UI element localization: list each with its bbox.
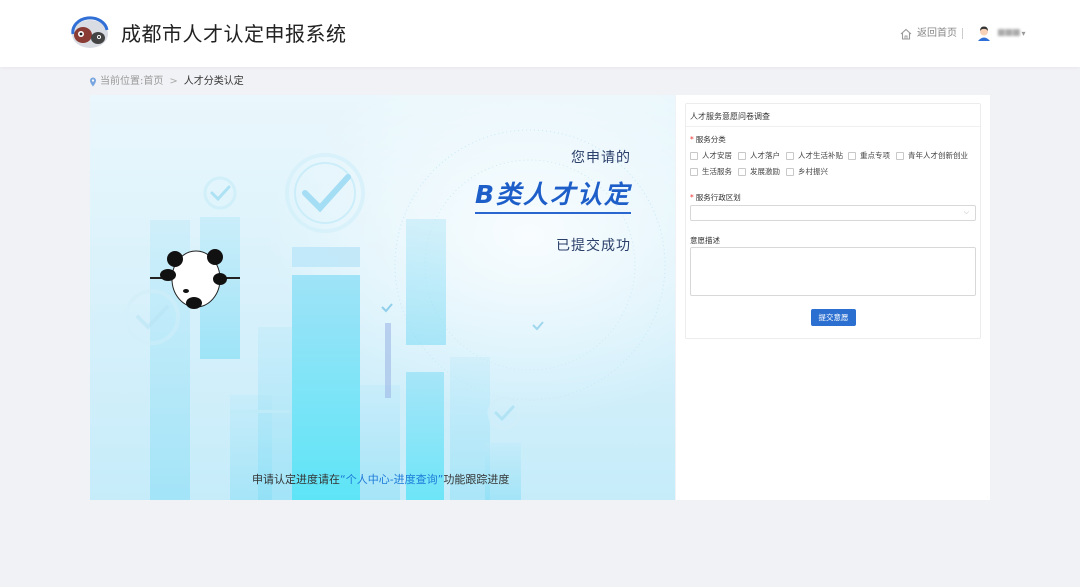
user-name: ■■■: [997, 28, 1020, 38]
checkbox-box[interactable]: [896, 151, 904, 160]
region-select[interactable]: ⌵: [690, 205, 976, 221]
checkbox-category[interactable]: 重点专项: [848, 150, 890, 161]
user-menu[interactable]: ■■■ ▾: [975, 24, 1026, 42]
chevron-down-icon: ▾: [1021, 28, 1026, 38]
checkbox-box[interactable]: [786, 151, 794, 160]
survey-card: 人才服务意愿问卷调查 * 服务分类 人才安居 人才落户 人才生活补贴 重点专项 青…: [685, 103, 981, 339]
breadcrumb-separator: >: [169, 76, 178, 87]
checkbox-category[interactable]: 人才安居: [690, 150, 732, 161]
progress-query-link[interactable]: “个人中心-进度查询”: [340, 473, 443, 486]
region-label: * 服务行政区划: [690, 193, 741, 202]
checkbox-box[interactable]: [690, 151, 698, 160]
survey-divider: [686, 126, 980, 127]
user-avatar-icon: [975, 24, 993, 42]
checkbox-category[interactable]: 乡村振兴: [786, 166, 828, 177]
location-pin-icon: [90, 77, 96, 87]
category-label: * 服务分类: [690, 135, 726, 144]
checkbox-category[interactable]: 人才落户: [738, 150, 780, 161]
checkbox-box[interactable]: [848, 151, 856, 160]
breadcrumb-prefix: 当前位置:: [100, 76, 144, 87]
checkbox-category[interactable]: 青年人才创新创业: [896, 150, 968, 161]
home-icon: [900, 28, 912, 40]
required-mark: *: [690, 135, 694, 144]
top-header: 成都市人才认定申报系统 返回首页 ■■■ ▾: [0, 0, 1080, 67]
home-link-label: 返回首页: [917, 28, 957, 39]
required-mark: *: [690, 193, 694, 202]
checkbox-category[interactable]: 人才生活补贴: [786, 150, 843, 161]
banner-line-3: 已提交成功: [556, 238, 631, 254]
progress-hint-before: 申请认定进度请在: [252, 473, 340, 486]
success-banner: 您申请的 B类人才认定 已提交成功 申请认定进度请在“个人中心-进度查询”功能跟…: [90, 95, 675, 500]
survey-title: 人才服务意愿问卷调查: [690, 112, 770, 121]
description-textarea[interactable]: [690, 247, 976, 296]
submit-button[interactable]: 提交意愿: [811, 309, 856, 326]
breadcrumb-current: 人才分类认定: [183, 76, 244, 87]
progress-hint-after: 功能跟踪进度: [443, 473, 510, 486]
checkbox-box[interactable]: [690, 167, 698, 176]
progress-hint: 申请认定进度请在“个人中心-进度查询”功能跟踪进度: [252, 471, 509, 487]
panda-logo-icon: [71, 16, 109, 48]
checkbox-box[interactable]: [738, 151, 746, 160]
header-divider: [962, 28, 963, 39]
survey-panel: 人才服务意愿问卷调查 * 服务分类 人才安居 人才落户 人才生活补贴 重点专项 青…: [676, 95, 990, 500]
chevron-down-icon: ⌵: [963, 208, 969, 216]
system-title: 成都市人才认定申报系统: [121, 22, 347, 46]
checkbox-box[interactable]: [786, 167, 794, 176]
banner-line-1: 您申请的: [571, 150, 631, 166]
checkbox-category[interactable]: 发展激励: [738, 166, 780, 177]
banner-headline: B类人才认定: [474, 179, 631, 214]
checkbox-box[interactable]: [738, 167, 746, 176]
home-link[interactable]: 返回首页: [899, 26, 957, 42]
checkbox-category[interactable]: 生活服务: [690, 166, 732, 177]
desc-label: 意愿描述: [690, 236, 720, 245]
breadcrumb: 当前位置: 首页 > 人才分类认定: [89, 75, 244, 89]
breadcrumb-home-link[interactable]: 首页: [143, 75, 163, 89]
